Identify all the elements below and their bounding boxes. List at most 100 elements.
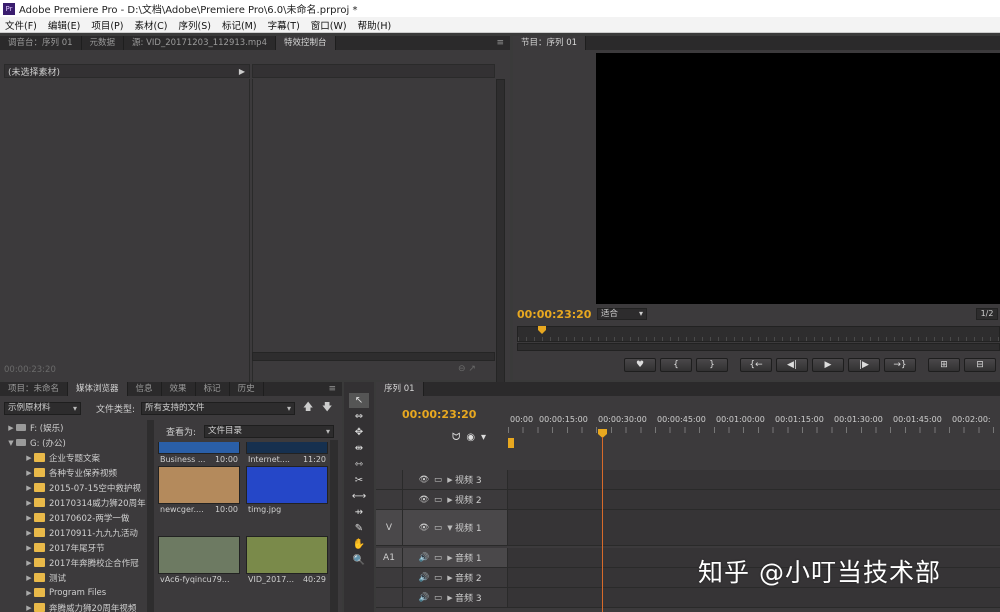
speaker-toggle-icon[interactable]: 🔊: [417, 553, 431, 563]
expanded-triangle-icon[interactable]: ▼: [6, 439, 16, 447]
track-target-label[interactable]: [376, 568, 402, 587]
collapsed-triangle-icon[interactable]: ▶: [24, 469, 34, 477]
step-forward-button[interactable]: |▶: [848, 358, 880, 372]
filetype-dropdown[interactable]: 所有支持的文件: [141, 401, 295, 415]
lift-button[interactable]: ⊞: [928, 358, 960, 372]
panel-menu-icon[interactable]: ≡: [490, 36, 510, 50]
media-thumbnail[interactable]: Internet.... 11:20: [246, 442, 328, 464]
lock-toggle-icon[interactable]: ▭: [431, 553, 445, 563]
play-button[interactable]: ▶: [812, 358, 844, 372]
collapsed-triangle-icon[interactable]: ▶: [24, 529, 34, 537]
track-target-label[interactable]: [376, 470, 402, 489]
collapsed-triangle-icon[interactable]: ▶: [24, 454, 34, 462]
view-as-dropdown[interactable]: 文件目录: [204, 424, 334, 438]
collapsed-triangle-icon[interactable]: ▶: [24, 559, 34, 567]
folder-item[interactable]: ▶ 奔腾威力狮20周年视频: [0, 600, 152, 612]
tree-scrollbar[interactable]: [147, 420, 154, 612]
collapsed-triangle-icon[interactable]: ▶: [6, 424, 16, 432]
go-to-in-button[interactable]: {←: [740, 358, 772, 372]
effect-clip-header[interactable]: (未选择素材) ▶: [4, 64, 250, 78]
track-content[interactable]: [508, 510, 1000, 545]
menu-window[interactable]: 窗口(W): [311, 18, 347, 32]
eye-toggle-icon[interactable]: 👁: [417, 523, 431, 533]
work-area-start-icon[interactable]: [508, 438, 514, 448]
up-arrow-icon[interactable]: 🡅: [303, 400, 313, 417]
add-marker-icon[interactable]: ▾: [481, 432, 486, 443]
folder-item[interactable]: ▶ 各种专业保养视频: [0, 465, 152, 480]
tab-effect-controls[interactable]: 特效控制台: [275, 36, 336, 50]
menu-help[interactable]: 帮助(H): [358, 18, 392, 32]
collapsed-triangle-icon[interactable]: ▶: [445, 476, 455, 484]
media-thumbnail[interactable]: newcger.... 10:00: [158, 466, 240, 514]
drive-item[interactable]: ▼ G: (办公): [0, 435, 152, 450]
add-marker-button[interactable]: ♥: [624, 358, 656, 372]
media-thumbnail[interactable]: vAc6-fyqincu79...: [158, 536, 240, 584]
drive-item[interactable]: ▶ F: (娱乐): [0, 420, 152, 435]
tab-sequence[interactable]: 序列 01: [376, 382, 424, 396]
hand-tool-icon[interactable]: ✋: [349, 537, 369, 552]
speaker-toggle-icon[interactable]: 🔊: [417, 573, 431, 583]
folder-item[interactable]: ▶ 测试: [0, 570, 152, 585]
effect-horizontal-scrollbar[interactable]: [252, 352, 495, 361]
track-content[interactable]: [508, 470, 1000, 489]
lock-toggle-icon[interactable]: ▭: [431, 593, 445, 603]
zoom-tool-icon[interactable]: 🔍: [349, 553, 369, 568]
collapsed-triangle-icon[interactable]: ▶: [24, 514, 34, 522]
media-thumbnail[interactable]: timg.jpg: [246, 466, 328, 514]
track-select-tool-icon[interactable]: ⇔: [349, 409, 369, 424]
step-back-button[interactable]: ◀|: [776, 358, 808, 372]
extract-button[interactable]: ⊟: [964, 358, 996, 372]
ripple-edit-tool-icon[interactable]: ✥: [349, 425, 369, 440]
set-encore-marker-icon[interactable]: ◉: [466, 432, 475, 443]
media-thumbnail[interactable]: Business ... 10:00: [158, 442, 240, 464]
menu-sequence[interactable]: 序列(S): [179, 18, 211, 32]
mark-out-button[interactable]: }: [696, 358, 728, 372]
track-target-label[interactable]: [376, 588, 402, 607]
collapsed-triangle-icon[interactable]: ▶: [445, 554, 455, 562]
expand-arrow-icon[interactable]: ▶: [239, 67, 245, 76]
tab-source[interactable]: 源: VID_20171203_112913.mp4: [124, 36, 276, 50]
tab-metadata[interactable]: 元数据: [82, 36, 125, 50]
folder-item[interactable]: ▶ 2015-07-15空中救护视: [0, 480, 152, 495]
timeline-ruler[interactable]: 00:00 00:00:15:00 00:00:30:00 00:00:45:00 00…: [508, 412, 1000, 442]
lock-toggle-icon[interactable]: ▭: [431, 475, 445, 485]
tab-markers[interactable]: 标记: [196, 382, 230, 396]
menu-marker[interactable]: 标记(M): [222, 18, 257, 32]
program-timecode[interactable]: 00:00:23:20: [517, 308, 591, 321]
zoom-fit-dropdown[interactable]: 适合: [597, 308, 647, 320]
track-content[interactable]: [508, 490, 1000, 509]
rate-stretch-tool-icon[interactable]: ⇿: [349, 457, 369, 472]
menu-title[interactable]: 字幕(T): [268, 18, 300, 32]
lock-toggle-icon[interactable]: ▭: [431, 573, 445, 583]
effect-vertical-scrollbar[interactable]: [496, 79, 505, 397]
selection-tool-icon[interactable]: ↖: [349, 393, 369, 408]
track-target-label[interactable]: A1: [376, 548, 402, 567]
menu-project[interactable]: 项目(P): [91, 18, 123, 32]
folder-item[interactable]: ▶ 企业专题文案: [0, 450, 152, 465]
collapsed-triangle-icon[interactable]: ▶: [24, 589, 34, 597]
tab-audio-mixer[interactable]: 调音台：序列 01: [0, 36, 82, 50]
track-content[interactable]: [508, 588, 1000, 607]
folder-item[interactable]: ▶ 2017年尾牙节: [0, 540, 152, 555]
track-target-label[interactable]: V: [376, 510, 402, 545]
panel-menu-icon[interactable]: ≡: [322, 382, 342, 396]
tab-project[interactable]: 项目：未命名: [0, 382, 69, 396]
track-target-label[interactable]: [376, 490, 402, 509]
collapsed-triangle-icon[interactable]: ▶: [445, 496, 455, 504]
collapsed-triangle-icon[interactable]: ▶: [24, 499, 34, 507]
mark-in-button[interactable]: {: [660, 358, 692, 372]
rolling-edit-tool-icon[interactable]: ⇹: [349, 441, 369, 456]
program-zoom-scrollbar[interactable]: [517, 343, 1000, 351]
lock-toggle-icon[interactable]: ▭: [431, 495, 445, 505]
folder-item[interactable]: ▶ 20170602-两学一做: [0, 510, 152, 525]
folder-item[interactable]: ▶ Program Files: [0, 585, 152, 600]
tab-info[interactable]: 信息: [128, 382, 162, 396]
menu-edit[interactable]: 编辑(E): [48, 18, 80, 32]
tab-effects[interactable]: 效果: [162, 382, 196, 396]
tab-program[interactable]: 节目：序列 01: [513, 36, 587, 50]
down-arrow-icon[interactable]: 🡇: [322, 400, 332, 417]
timeline-timecode[interactable]: 00:00:23:20: [402, 408, 476, 421]
eye-toggle-icon[interactable]: 👁: [417, 475, 431, 485]
folder-item[interactable]: ▶ 2017年奔腾校企合作冠: [0, 555, 152, 570]
folder-item[interactable]: ▶ 20170911-九九九活动: [0, 525, 152, 540]
